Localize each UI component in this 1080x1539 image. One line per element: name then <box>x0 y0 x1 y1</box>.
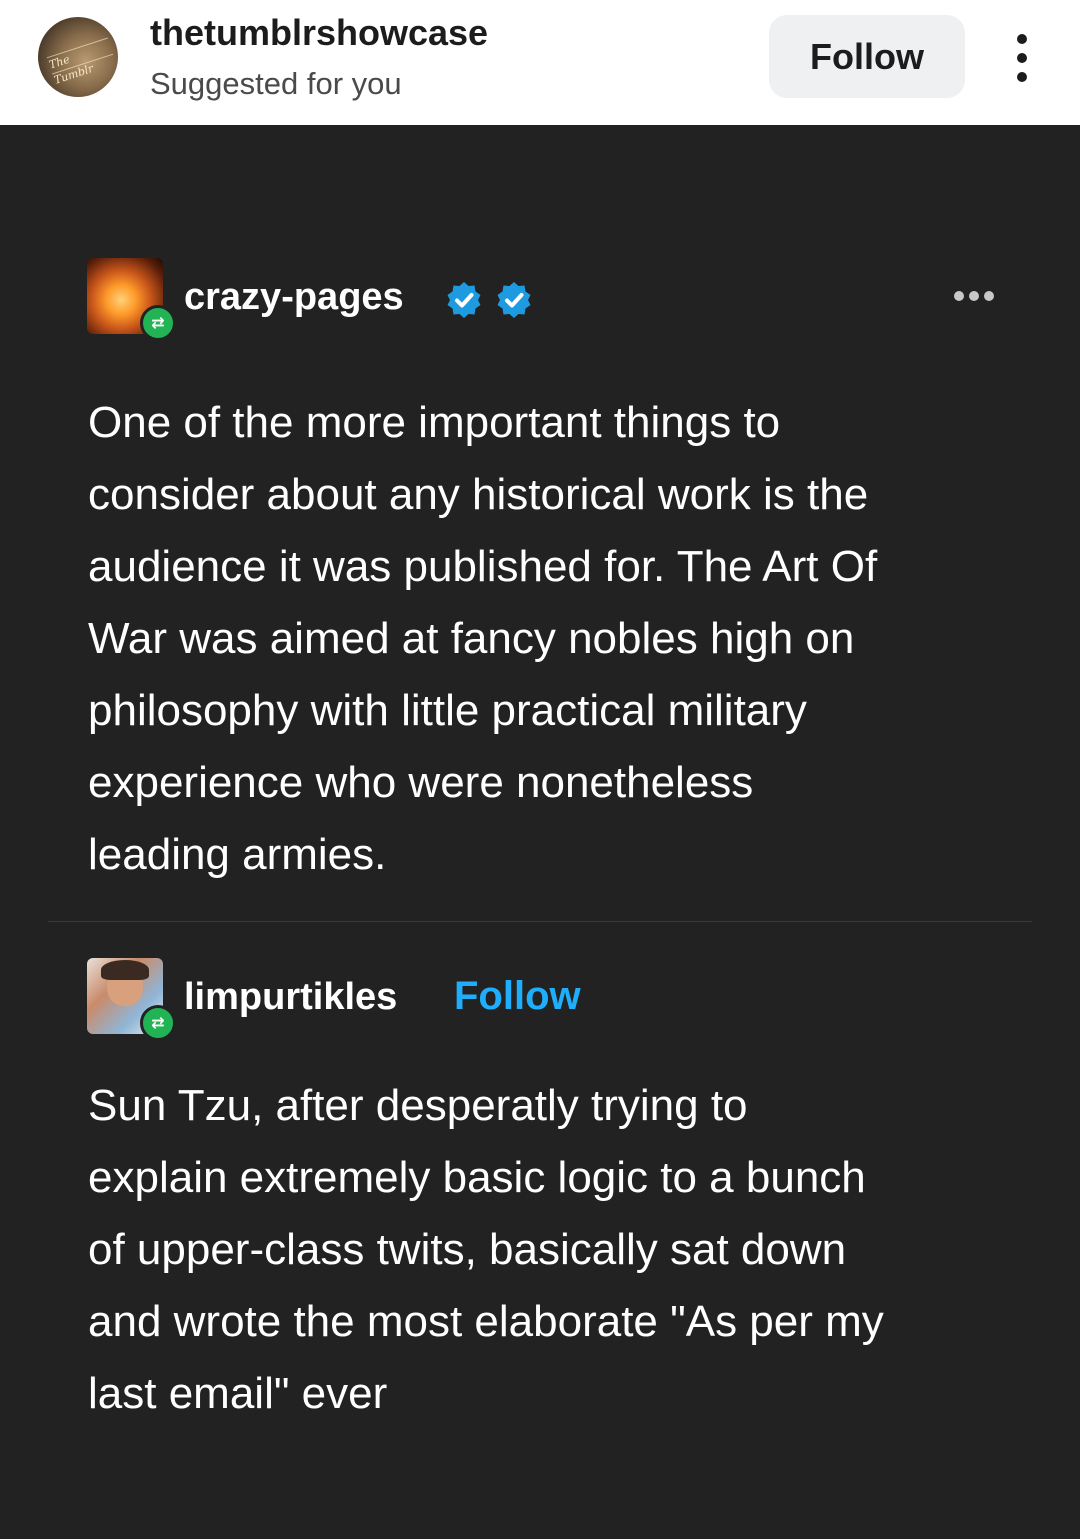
menu-dot <box>984 291 994 301</box>
suggested-label: Suggested for you <box>150 66 402 101</box>
reblog-icon: ⇄ <box>140 305 176 341</box>
follow-button[interactable]: Follow <box>769 15 965 98</box>
post-username[interactable]: crazy-pages <box>184 276 404 319</box>
blog-avatar[interactable]: The Tumblr <box>38 17 118 97</box>
post-menu-icon[interactable] <box>954 291 994 301</box>
menu-dot <box>954 291 964 301</box>
kebab-dot <box>1017 72 1027 82</box>
blog-name[interactable]: thetumblrshowcase <box>150 12 488 54</box>
reblog-icon: ⇄ <box>140 1005 176 1041</box>
menu-dot <box>969 291 979 301</box>
post-body-text: One of the more important things to cons… <box>88 398 878 879</box>
post-body-text: Sun Tzu, after desperatly trying to expl… <box>88 1081 884 1418</box>
kebab-dot <box>1017 53 1027 63</box>
more-options-icon[interactable] <box>1008 34 1036 82</box>
post-username[interactable]: limpurtikles <box>184 976 397 1019</box>
suggested-header: The Tumblr thetumblrshowcase Suggested f… <box>0 0 1080 125</box>
avatar-hair <box>101 960 149 980</box>
follow-link[interactable]: Follow <box>454 974 581 1019</box>
avatar-logo: The Tumblr <box>46 37 114 87</box>
reblog-divider <box>48 921 1032 922</box>
kebab-dot <box>1017 34 1027 44</box>
verified-badge-icon <box>497 282 531 318</box>
verified-badge-icon <box>447 282 481 318</box>
